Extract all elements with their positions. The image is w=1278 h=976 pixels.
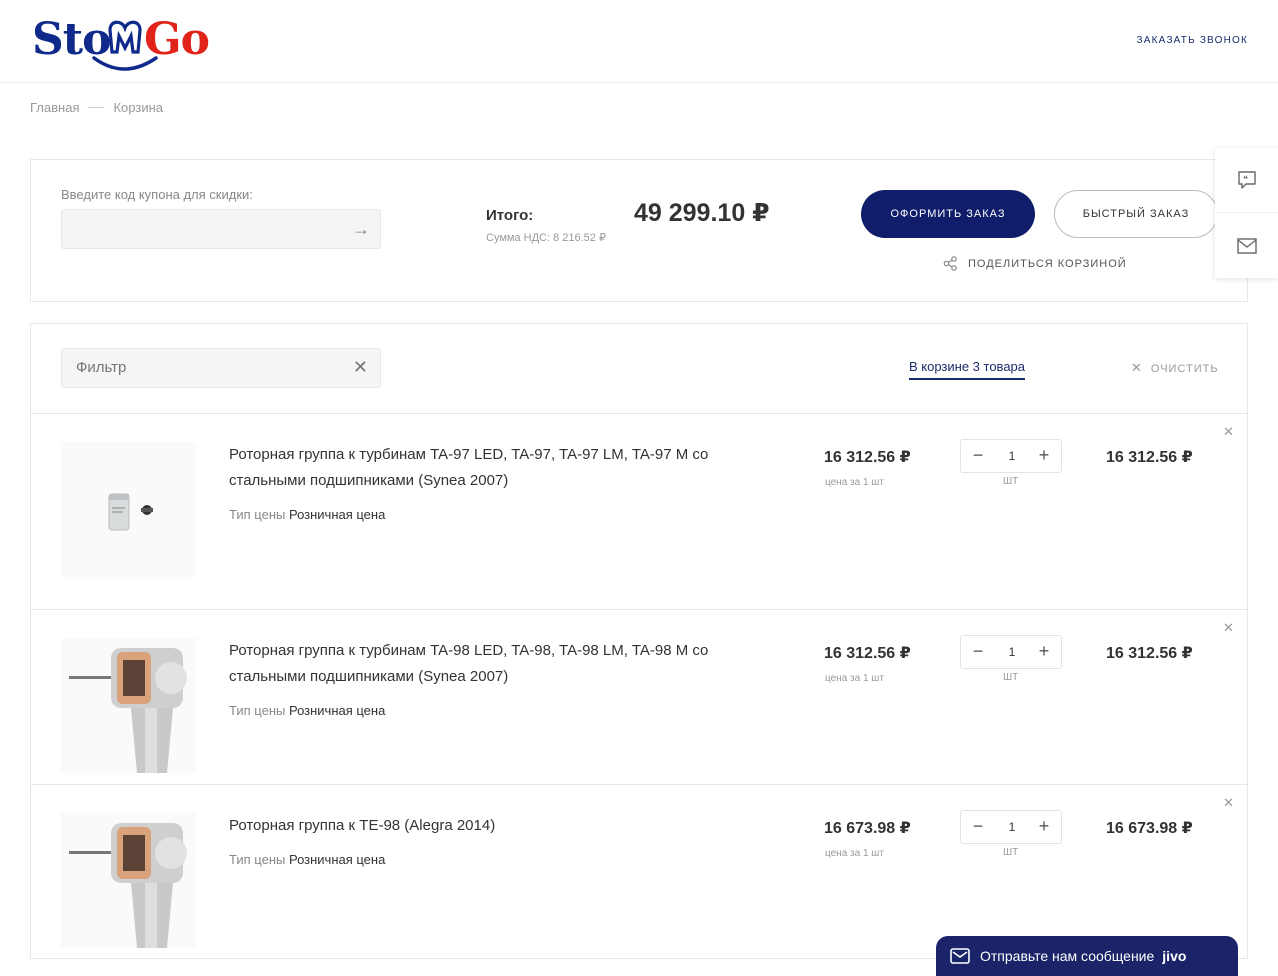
breadcrumb: Главная Корзина bbox=[30, 100, 163, 115]
product-thumbnail[interactable] bbox=[61, 442, 196, 577]
cart-item-row: Роторная группа к турбинам TA-98 LED, TA… bbox=[31, 610, 1247, 785]
coupon-input[interactable]: → bbox=[61, 209, 381, 249]
line-total: 16 312.56 ₽ bbox=[1106, 449, 1193, 466]
cart-count-tab[interactable]: В корзине 3 товара bbox=[909, 359, 1026, 380]
cart-item-row: Роторная группа к турбинам TA-97 LED, TA… bbox=[31, 414, 1247, 610]
chat-widget-button[interactable]: Отправьте нам сообщение jivo bbox=[936, 936, 1238, 976]
clear-cart-label: ОЧИСТИТЬ bbox=[1150, 363, 1219, 375]
chat-quote-icon: ❝ bbox=[1237, 171, 1256, 189]
price-type-label: Тип цены bbox=[229, 852, 286, 867]
quick-order-button[interactable]: БЫСТРЫЙ ЗАКАЗ bbox=[1054, 190, 1218, 238]
mail-icon bbox=[1236, 237, 1257, 254]
arrow-right-icon[interactable]: → bbox=[352, 219, 370, 240]
price-type: Тип цены Розничная цена bbox=[229, 507, 385, 522]
unit-price: 16 673.98 ₽ bbox=[824, 820, 911, 837]
filter-field[interactable]: ✕ bbox=[61, 348, 381, 388]
turbine-head-image bbox=[61, 638, 196, 773]
coupon-label: Введите код купона для скидки: bbox=[61, 187, 253, 202]
line-total: 16 312.56 ₽ bbox=[1106, 645, 1193, 662]
unit-label: шт bbox=[1003, 476, 1019, 487]
product-name-link[interactable]: Роторная группа к TE-98 (Alegra 2014) bbox=[229, 813, 749, 839]
plus-icon[interactable]: + bbox=[1029, 641, 1059, 662]
close-icon: ✕ bbox=[1131, 360, 1143, 375]
rotor-cartridge-image bbox=[61, 442, 196, 577]
side-chat-button[interactable]: ❝ bbox=[1215, 148, 1278, 213]
price-type-value: Розничная цена bbox=[288, 703, 386, 718]
quantity-value[interactable]: 1 bbox=[997, 820, 1027, 834]
cart-toolbar: ✕ В корзине 3 товара ✕ ОЧИСТИТЬ bbox=[31, 324, 1247, 414]
unit-price: 16 312.56 ₽ bbox=[824, 449, 911, 466]
vat-amount: Сумма НДС: 8 216.52 ₽ bbox=[486, 232, 606, 244]
breadcrumb-home[interactable]: Главная bbox=[30, 100, 79, 115]
order-summary: Введите код купона для скидки: → Итого: … bbox=[30, 159, 1248, 302]
side-contact-widget: ❝ bbox=[1215, 148, 1278, 278]
jivo-logo: jivo bbox=[1162, 948, 1187, 964]
remove-item-icon[interactable]: ✕ bbox=[1223, 620, 1234, 636]
checkout-button[interactable]: ОФОРМИТЬ ЗАКАЗ bbox=[861, 190, 1035, 238]
unit-price-label: цена за 1 шт bbox=[825, 477, 884, 488]
line-total: 16 673.98 ₽ bbox=[1106, 820, 1193, 837]
minus-icon[interactable]: − bbox=[963, 445, 993, 466]
chat-widget-label: Отправьте нам сообщение bbox=[980, 948, 1155, 964]
quantity-value[interactable]: 1 bbox=[997, 645, 1027, 659]
product-thumbnail[interactable] bbox=[61, 813, 196, 948]
product-thumbnail[interactable] bbox=[61, 638, 196, 773]
unit-price-label: цена за 1 шт bbox=[825, 848, 884, 859]
total-label: Итого: bbox=[486, 207, 534, 224]
logo-graphic: Sto Go bbox=[32, 14, 210, 71]
breadcrumb-separator bbox=[88, 107, 105, 108]
price-type-value: Розничная цена bbox=[288, 852, 386, 867]
unit-price: 16 312.56 ₽ bbox=[824, 645, 911, 662]
price-type-label: Тип цены bbox=[229, 703, 286, 718]
quantity-stepper: − 1 + bbox=[960, 810, 1062, 844]
remove-item-icon[interactable]: ✕ bbox=[1223, 795, 1234, 811]
minus-icon[interactable]: − bbox=[963, 816, 993, 837]
site-header: Sto Go ЗАКАЗАТЬ ЗВОНОК bbox=[0, 0, 1278, 83]
plus-icon[interactable]: + bbox=[1029, 816, 1059, 837]
plus-icon[interactable]: + bbox=[1029, 445, 1059, 466]
clear-cart-button[interactable]: ✕ ОЧИСТИТЬ bbox=[1131, 360, 1219, 376]
total-amount: 49 299.10 ₽ bbox=[634, 199, 770, 227]
svg-text:Go: Go bbox=[144, 14, 209, 65]
close-icon[interactable]: ✕ bbox=[353, 357, 368, 378]
svg-text:Sto: Sto bbox=[32, 14, 110, 65]
product-name-link[interactable]: Роторная группа к турбинам TA-98 LED, TA… bbox=[229, 638, 749, 690]
quantity-stepper: − 1 + bbox=[960, 439, 1062, 473]
price-type: Тип цены Розничная цена bbox=[229, 703, 385, 718]
svg-text:❝: ❝ bbox=[1243, 175, 1248, 185]
price-type: Тип цены Розничная цена bbox=[229, 852, 385, 867]
quantity-stepper: − 1 + bbox=[960, 635, 1062, 669]
minus-icon[interactable]: − bbox=[963, 641, 993, 662]
request-call-link[interactable]: ЗАКАЗАТЬ ЗВОНОК bbox=[1137, 35, 1248, 46]
share-icon bbox=[943, 256, 957, 271]
unit-label: шт bbox=[1003, 847, 1019, 858]
share-cart-label: ПОДЕЛИТЬСЯ КОРЗИНОЙ bbox=[968, 257, 1127, 270]
cart-list: ✕ В корзине 3 товара ✕ ОЧИСТИТЬ Роторная … bbox=[30, 323, 1248, 959]
quantity-value[interactable]: 1 bbox=[997, 449, 1027, 463]
cart-item-row: Роторная группа к TE-98 (Alegra 2014) Ти… bbox=[31, 785, 1247, 958]
unit-price-label: цена за 1 шт bbox=[825, 673, 884, 684]
logo[interactable]: Sto Go bbox=[32, 8, 222, 74]
price-type-label: Тип цены bbox=[229, 507, 286, 522]
unit-label: шт bbox=[1003, 672, 1019, 683]
turbine-head-image bbox=[61, 813, 196, 948]
product-name-link[interactable]: Роторная группа к турбинам TA-97 LED, TA… bbox=[229, 442, 749, 494]
breadcrumb-current: Корзина bbox=[113, 100, 164, 115]
share-cart-button[interactable]: ПОДЕЛИТЬСЯ КОРЗИНОЙ bbox=[943, 256, 1127, 271]
price-type-value: Розничная цена bbox=[288, 507, 386, 522]
mail-icon bbox=[950, 948, 970, 964]
filter-input[interactable] bbox=[76, 359, 336, 376]
remove-item-icon[interactable]: ✕ bbox=[1223, 424, 1234, 440]
side-email-button[interactable] bbox=[1215, 213, 1278, 278]
